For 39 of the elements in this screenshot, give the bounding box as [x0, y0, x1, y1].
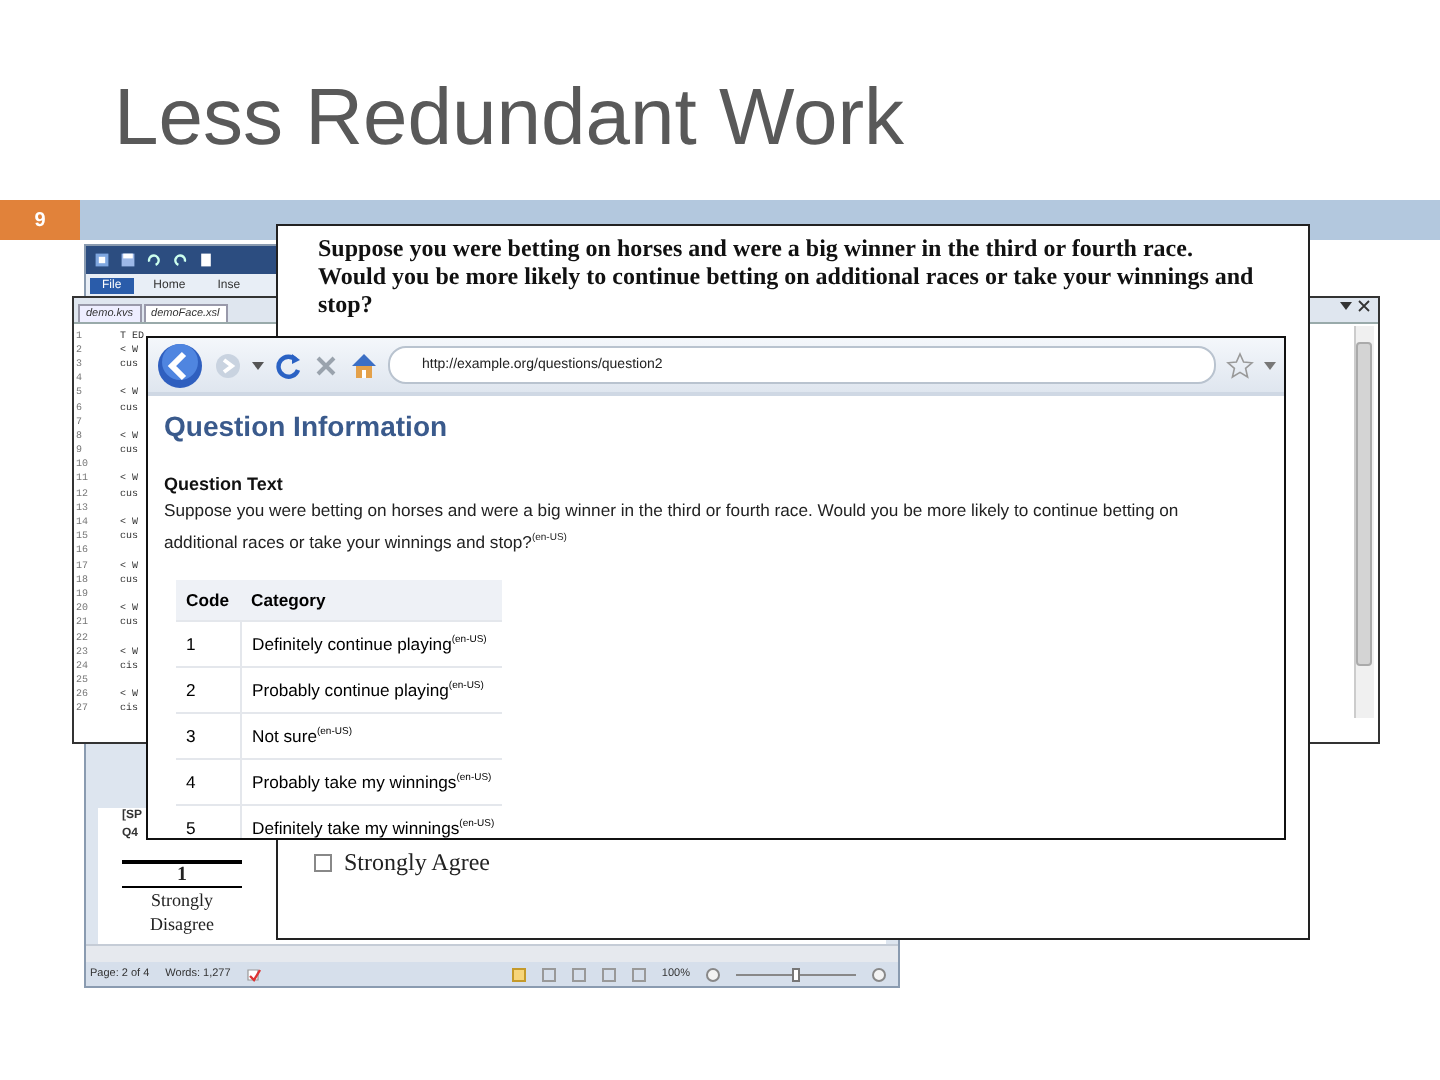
star-icon[interactable] — [1226, 351, 1254, 379]
table-cell: 3 — [176, 712, 241, 759]
scale-heading: 1 — [122, 864, 242, 888]
caret-icon[interactable] — [1340, 300, 1352, 312]
question-text: Suppose you were betting on horses and were a big winner in the third or fourth race. Would you be more likely to continue betting on additional races or take your winnings and stop? — [318, 234, 1256, 318]
table-cell: 4 — [176, 758, 241, 805]
quick-access-icon[interactable] — [94, 252, 110, 268]
page-heading: Question Information — [164, 410, 450, 442]
table-cell: 2 — [176, 666, 241, 713]
back-button[interactable] — [156, 341, 204, 389]
question-text: Suppose you were betting on horses and were a big winner in the third or fourth race. Would you be more likely to continue betting on additional races or take your winnings and stop?$^{(en-US)}$ — [164, 498, 1181, 556]
zoom-handle[interactable] — [792, 967, 800, 981]
scroll-thumb[interactable] — [1356, 342, 1372, 666]
table-cell: Definitely continue playing$^{(en-US)}$ — [241, 620, 503, 667]
table-cell: Probably take my winnings$^{(en-US)}$ — [241, 758, 503, 805]
zoom-out-button[interactable] — [706, 967, 720, 981]
table-cell: 5 — [176, 804, 241, 838]
vertical-scrollbar[interactable] — [1354, 326, 1374, 718]
refresh-icon[interactable] — [274, 351, 302, 379]
checkbox[interactable] — [314, 854, 332, 872]
table-cell: Definitely take my winnings$^{(en-US)}$ — [241, 804, 503, 838]
home-icon[interactable] — [350, 351, 378, 379]
stop-icon[interactable] — [312, 351, 340, 379]
proofing-icon[interactable] — [246, 967, 263, 981]
column-header: Code — [176, 579, 241, 621]
option-label: Strongly Agree — [344, 848, 490, 878]
zoom-in-button[interactable] — [872, 967, 886, 981]
quick-access-icon[interactable] — [120, 252, 136, 268]
horizontal-scrollbar[interactable] — [86, 944, 898, 962]
slide-title: Less Redundant Work — [114, 73, 905, 163]
table-cell: Not sure$^{(en-US)}$ — [241, 712, 503, 759]
column-header: Category — [241, 579, 503, 621]
table-cell: 1 — [176, 620, 241, 667]
section-heading: Question Text — [164, 474, 285, 494]
scale-label: Strongly Disagree — [148, 888, 216, 936]
table-cell: Probably continue playing$^{(en-US)}$ — [241, 666, 503, 713]
page-number: 9 — [0, 200, 80, 240]
close-icon[interactable] — [1358, 300, 1370, 312]
caret-icon[interactable] — [252, 359, 264, 371]
